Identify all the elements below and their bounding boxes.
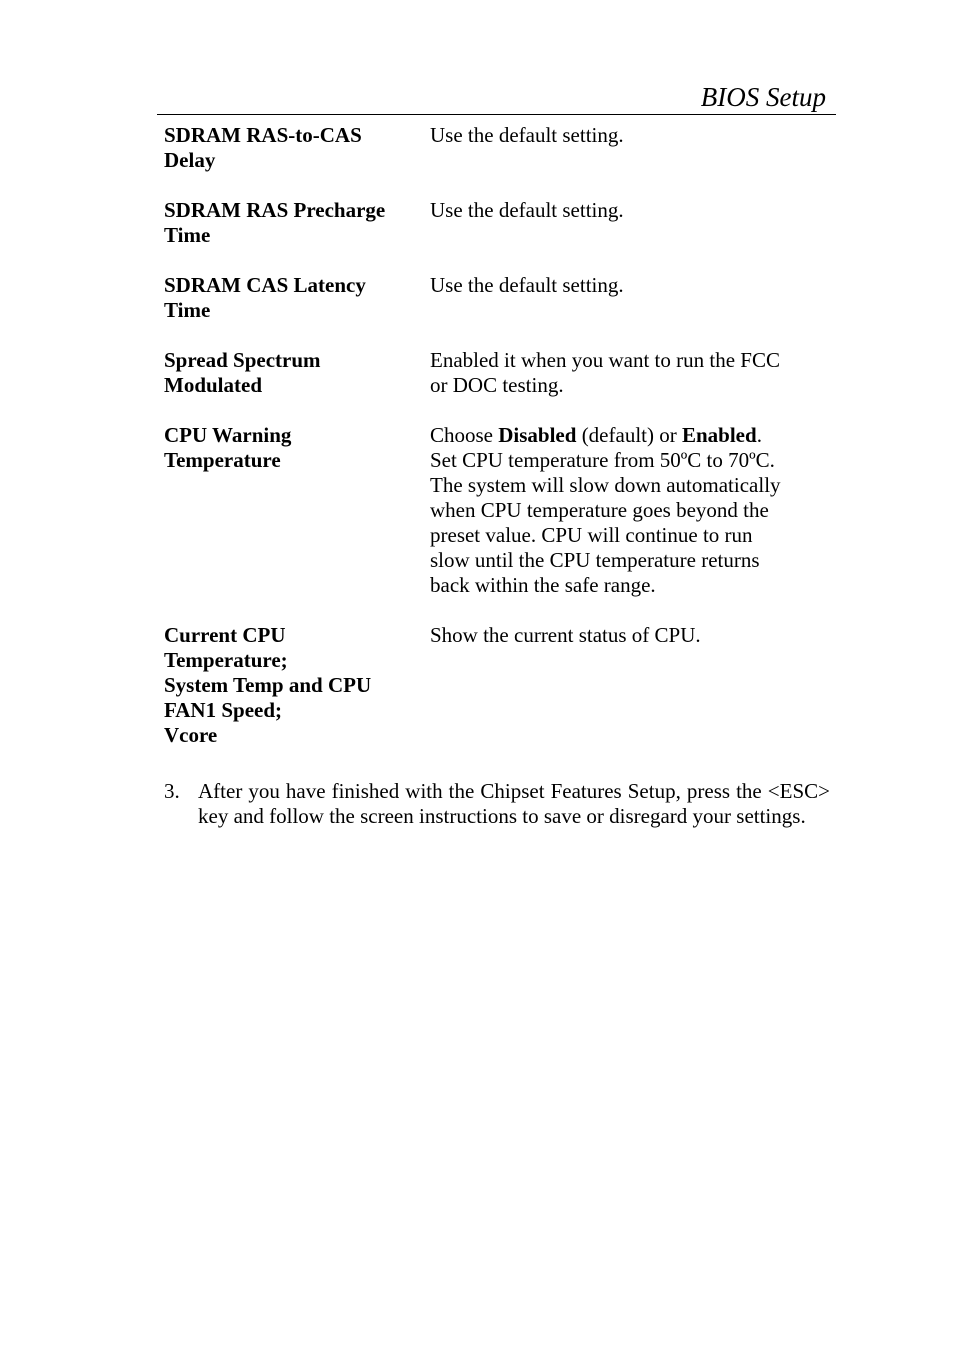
setting-row: SDRAM CAS Latency Time Use the default s… [164, 273, 834, 323]
numbered-step: 3. After you have finished with the Chip… [164, 779, 830, 829]
option-disabled: Disabled [498, 423, 577, 447]
option-enabled: Enabled [681, 423, 757, 447]
header-divider [157, 114, 836, 115]
step-text: After you have finished with the Chipset… [198, 779, 830, 828]
text-run: (default) or [576, 423, 682, 447]
setting-row: Spread Spectrum Modulated Enabled it whe… [164, 348, 834, 398]
setting-description: Choose Disabled (default) or Enabled. Se… [430, 423, 830, 598]
setting-row: SDRAM RAS-to-CAS Delay Use the default s… [164, 123, 834, 173]
setting-term: Current CPU Temperature; System Temp and… [164, 623, 372, 747]
description-line: Choose Disabled (default) or Enabled. [430, 423, 830, 448]
setting-description: Use the default setting. [430, 273, 830, 323]
description-line: or DOC testing. [430, 373, 564, 397]
setting-description: Use the default setting. [430, 123, 830, 173]
text-run: . [756, 423, 762, 447]
page-header-title: BIOS Setup [700, 82, 826, 112]
setting-row: SDRAM RAS Precharge Time Use the default… [164, 198, 834, 248]
description-line: Enabled it when you want to run the FCC [430, 348, 780, 372]
description-line: Use the default setting. [430, 273, 624, 297]
step-number: 3. [164, 779, 180, 803]
description-line: Show the current status of CPU. [430, 623, 701, 647]
text-run: Choose [430, 423, 499, 447]
description-line: Set CPU temperature from 50ºC to 70ºC. [430, 448, 775, 472]
setting-term: CPU Warning Temperature [164, 423, 292, 472]
description-line: The system will slow down automatically [430, 473, 781, 497]
settings-table: SDRAM RAS-to-CAS Delay Use the default s… [164, 123, 834, 773]
description-line: slow until the CPU temperature returns [430, 548, 760, 572]
description-line: when CPU temperature goes beyond the [430, 498, 769, 522]
setting-term: Spread Spectrum Modulated [164, 348, 321, 397]
description-line: preset value. CPU will continue to run [430, 523, 753, 547]
setting-row: Current CPU Temperature; System Temp and… [164, 623, 834, 748]
setting-term: SDRAM RAS-to-CAS Delay [164, 123, 362, 172]
description-line: Use the default setting. [430, 123, 624, 147]
description-line: Use the default setting. [430, 198, 624, 222]
setting-description: Show the current status of CPU. [430, 623, 830, 748]
setting-row: CPU Warning Temperature Choose Disabled … [164, 423, 834, 598]
setting-term: SDRAM RAS Precharge Time [164, 198, 386, 247]
setting-description: Use the default setting. [430, 198, 830, 248]
setting-description: Enabled it when you want to run the FCC … [430, 348, 830, 398]
setting-term: SDRAM CAS Latency Time [164, 273, 366, 322]
description-line: back within the safe range. [430, 573, 656, 597]
